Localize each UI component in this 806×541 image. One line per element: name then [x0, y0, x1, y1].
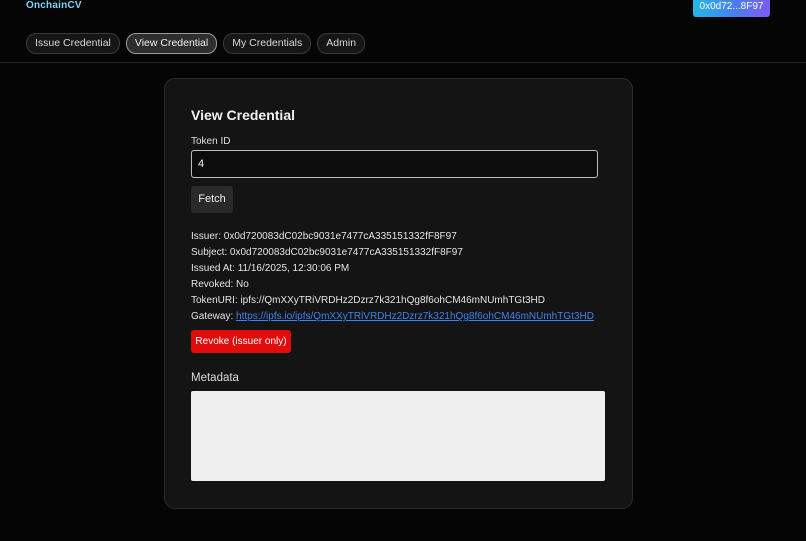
brand-logo[interactable]: OnchainCV [26, 0, 82, 11]
revoke-button[interactable]: Revoke (issuer only) [191, 330, 291, 353]
metadata-json-box[interactable] [191, 391, 605, 481]
metadata-json-text [191, 391, 605, 403]
token-uri-text: TokenURI: ipfs://QmXXyTRiVRDHz2Dzrz7k321… [191, 295, 545, 306]
tab-view-credential[interactable]: View Credential [125, 33, 218, 54]
issued-at-text: Issued At: 11/16/2025, 12:30:06 PM [191, 263, 350, 274]
token-id-input[interactable] [191, 150, 598, 178]
top-bar: OnchainCV 0x0d72...8F97 Issue Credential… [0, 0, 806, 63]
tab-issue-credential[interactable]: Issue Credential [26, 33, 120, 54]
gateway-label: Gateway: [191, 311, 237, 322]
card-title: View Credential [191, 107, 296, 123]
issuer-text: Issuer: 0x0d720083dC02bc9031e7477cA33515… [191, 231, 457, 242]
metadata-heading: Metadata [191, 372, 239, 384]
token-id-label: Token ID [191, 136, 231, 147]
nav-tabs: Issue Credential View Credential My Cred… [26, 33, 366, 54]
wallet-address-button[interactable]: 0x0d72...8F97 [693, 0, 770, 17]
revoked-status-text: Revoked: No [191, 279, 249, 290]
gateway-link[interactable]: https://ipfs.io/ipfs/QmXXyTRiVRDHz2Dzrz7… [236, 311, 594, 322]
gateway-row: Gateway: https://ipfs.io/ipfs/QmXXyTRiVR… [191, 309, 594, 325]
credential-details: Issuer: 0x0d720083dC02bc9031e7477cA33515… [191, 229, 594, 325]
view-credential-card: View Credential Token ID Fetch Issuer: 0… [164, 78, 633, 509]
subject-text: Subject: 0x0d720083dC02bc9031e7477cA3351… [191, 247, 463, 258]
tab-admin[interactable]: Admin [317, 33, 366, 54]
fetch-button[interactable]: Fetch [191, 186, 233, 213]
tab-my-credentials[interactable]: My Credentials [223, 33, 312, 54]
